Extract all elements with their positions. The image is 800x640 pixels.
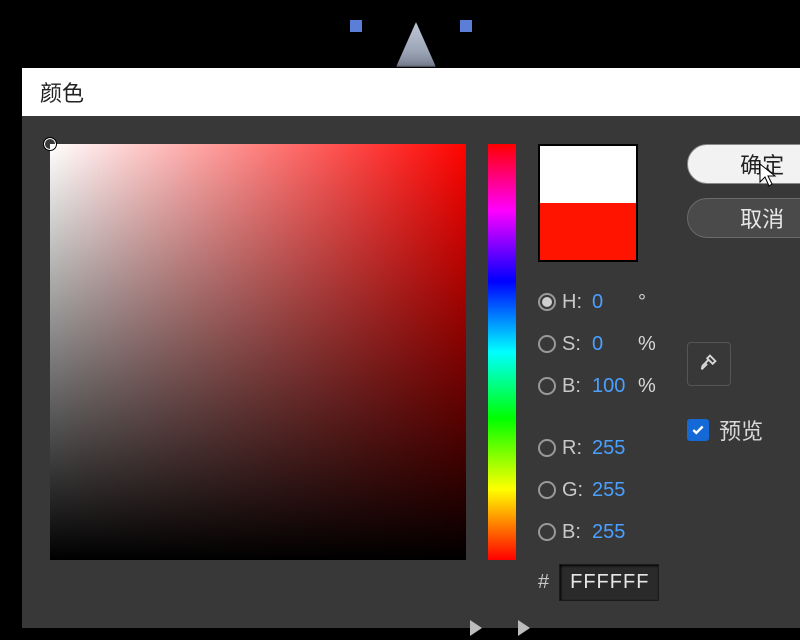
blue-value[interactable]: 255 [592,521,632,544]
blue-label: B: [562,521,586,544]
new-color-swatch[interactable] [540,146,636,203]
saturation-radio[interactable] [538,335,556,353]
sv-cursor[interactable] [43,137,57,151]
blue-row[interactable]: B: 255 [538,514,659,550]
green-label: G: [562,479,586,502]
dialog-titlebar[interactable]: 颜色 [22,68,800,116]
hue-value[interactable]: 0 [592,291,632,314]
sv-black-gradient [50,144,466,560]
sv-arrow-indicator [470,620,482,636]
hex-row: # [538,564,659,601]
color-swatches [538,144,638,262]
brightness-unit: % [638,375,656,398]
blue-radio[interactable] [538,523,556,541]
hue-slider[interactable] [488,144,516,560]
selection-handle [460,20,472,32]
dialog-title: 颜色 [40,76,84,108]
hue-unit: ° [638,291,646,314]
old-color-swatch[interactable] [540,203,636,260]
green-row[interactable]: G: 255 [538,472,659,508]
preview-row[interactable]: 预览 [687,414,800,446]
preview-label: 预览 [719,414,763,446]
preview-checkbox[interactable] [687,419,709,441]
saturation-value[interactable]: 0 [592,333,632,356]
eyedropper-icon [698,351,720,378]
hue-radio[interactable] [538,293,556,311]
hex-hash: # [538,571,549,594]
red-row[interactable]: R: 255 [538,430,659,466]
ok-button-label: 确定 [740,148,784,180]
hue-label: H: [562,291,586,314]
brightness-value[interactable]: 100 [592,375,632,398]
green-radio[interactable] [538,481,556,499]
red-radio[interactable] [538,439,556,457]
ok-button[interactable]: 确定 [687,144,800,184]
canvas-selection-handles [0,12,800,62]
selection-handle [350,20,362,32]
red-label: R: [562,437,586,460]
brightness-row[interactable]: B: 100 % [538,368,659,404]
saturation-unit: % [638,333,656,356]
brightness-label: B: [562,375,586,398]
hue-row[interactable]: H: 0 ° [538,284,659,320]
color-picker-dialog: 颜色 H: [22,68,800,628]
red-value[interactable]: 255 [592,437,632,460]
hue-indicator[interactable] [518,620,530,636]
brightness-radio[interactable] [538,377,556,395]
eyedropper-button[interactable] [687,342,731,386]
hex-input[interactable] [559,564,659,601]
saturation-brightness-field[interactable] [50,144,466,560]
saturation-row[interactable]: S: 0 % [538,326,659,362]
cancel-button-label: 取消 [740,202,784,234]
green-value[interactable]: 255 [592,479,632,502]
saturation-label: S: [562,333,586,356]
cancel-button[interactable]: 取消 [687,198,800,238]
canvas-arrow-shape [396,22,436,67]
